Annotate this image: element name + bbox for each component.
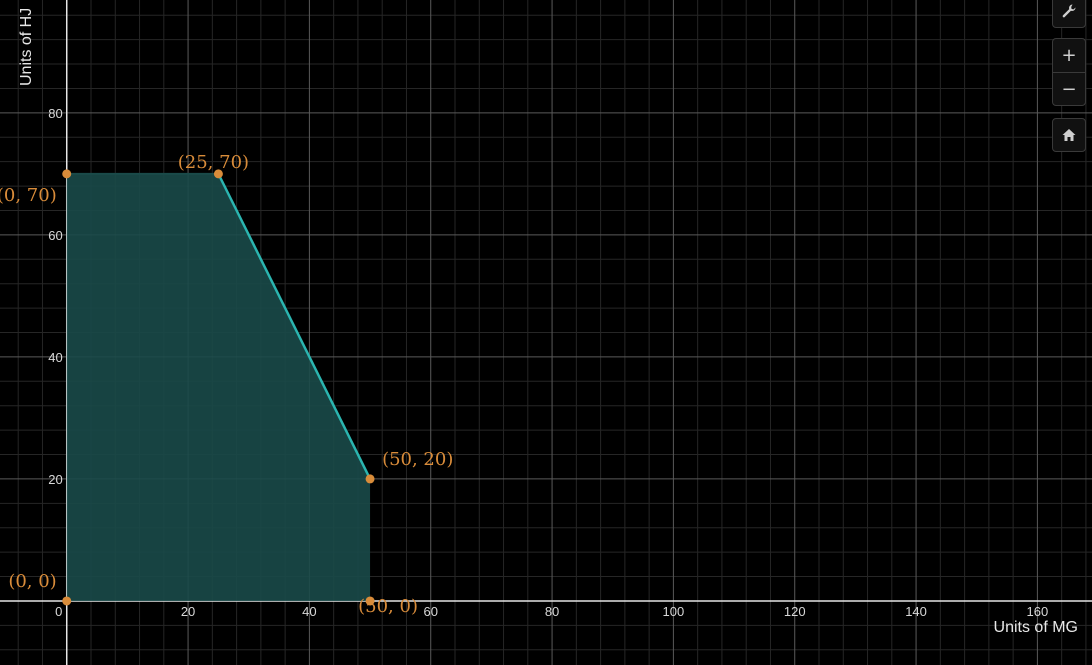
x-tick-label: 120: [784, 604, 806, 619]
y-axis-title: Units of HJ: [18, 8, 35, 86]
home-controls: [1052, 118, 1086, 152]
point-label: (0, 0): [8, 571, 56, 592]
point-label: (25, 70): [178, 152, 249, 173]
vertex-point[interactable]: [62, 596, 72, 606]
vertex-point[interactable]: [365, 474, 375, 484]
vertex-point[interactable]: [62, 169, 72, 179]
x-tick-label: 140: [905, 604, 927, 619]
x-tick-label: 80: [545, 604, 559, 619]
point-label: (50, 0): [358, 596, 418, 617]
zoom-controls: + −: [1052, 38, 1086, 106]
graph-canvas[interactable]: 0 20 40 60 80 100 120 140 160 20 40 60 80 (0, 70) (25…: [0, 0, 1092, 665]
y-tick-label: 80: [48, 106, 62, 121]
point-label: (0, 70): [0, 185, 57, 206]
x-tick-label: 20: [181, 604, 195, 619]
x-tick-label: 40: [302, 604, 316, 619]
y-tick-label: 20: [48, 472, 62, 487]
x-tick-label: 0: [55, 604, 62, 619]
x-tick-label: 60: [423, 604, 437, 619]
y-tick-label: 40: [48, 350, 62, 365]
x-tick-label: 100: [663, 604, 685, 619]
feasible-region: [66, 172, 372, 601]
y-tick-label: 60: [48, 228, 62, 243]
zoom-in-button[interactable]: +: [1052, 38, 1086, 72]
zoom-out-button[interactable]: −: [1052, 72, 1086, 106]
home-icon[interactable]: [1052, 118, 1086, 152]
x-tick-label: 160: [1027, 604, 1049, 619]
point-label: (50, 20): [382, 449, 453, 470]
x-axis-title: Units of MG: [994, 619, 1078, 636]
wrench-icon[interactable]: [1052, 0, 1086, 28]
graph-toolbar: [1052, 0, 1086, 28]
